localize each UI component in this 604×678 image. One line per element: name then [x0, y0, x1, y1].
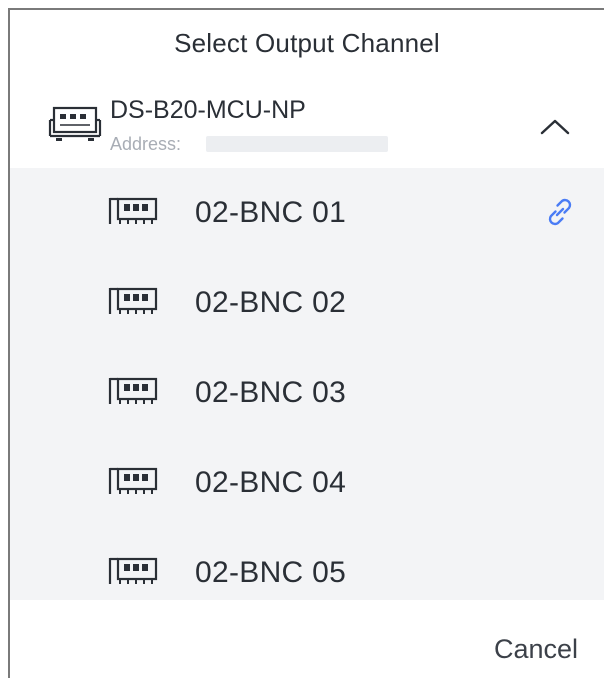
device-address-label: Address: — [110, 134, 182, 154]
chevron-up-icon[interactable] — [538, 110, 572, 144]
device-name: DS-B20-MCU-NP — [110, 96, 306, 124]
dialog-footer: Cancel — [10, 600, 604, 678]
channel-item[interactable]: 02-BNC 04 — [10, 438, 604, 528]
channel-item[interactable]: 02-BNC 01 — [10, 168, 604, 258]
output-channel-icon — [108, 467, 158, 494]
device-row[interactable]: DS-B20-MCU-NP Address: — [10, 88, 604, 168]
output-channel-icon — [108, 287, 158, 314]
device-icon — [48, 106, 102, 141]
link-icon[interactable] — [540, 192, 580, 232]
channel-list: 02-BNC 01 02-BNC 02 02-BNC 03 02-BNC 04 … — [10, 168, 604, 600]
channel-label: 02-BNC 03 — [195, 376, 347, 409]
dialog-title: Select Output Channel — [174, 28, 440, 58]
cancel-button[interactable]: Cancel — [494, 634, 578, 665]
channel-item[interactable]: 02-BNC 03 — [10, 348, 604, 438]
channel-item[interactable]: 02-BNC 02 — [10, 258, 604, 348]
channel-label: 02-BNC 04 — [195, 466, 347, 499]
output-channel-icon — [108, 377, 158, 404]
output-channel-icon — [108, 197, 158, 224]
device-address-value-redacted — [206, 136, 388, 152]
select-output-channel-dialog: Select Output Channel DS-B20-MCU-NP Addr… — [8, 8, 604, 678]
channel-label: 02-BNC 05 — [195, 556, 347, 589]
channel-label: 02-BNC 01 — [195, 196, 347, 229]
output-channel-icon — [108, 557, 158, 584]
channel-label: 02-BNC 02 — [195, 286, 347, 319]
